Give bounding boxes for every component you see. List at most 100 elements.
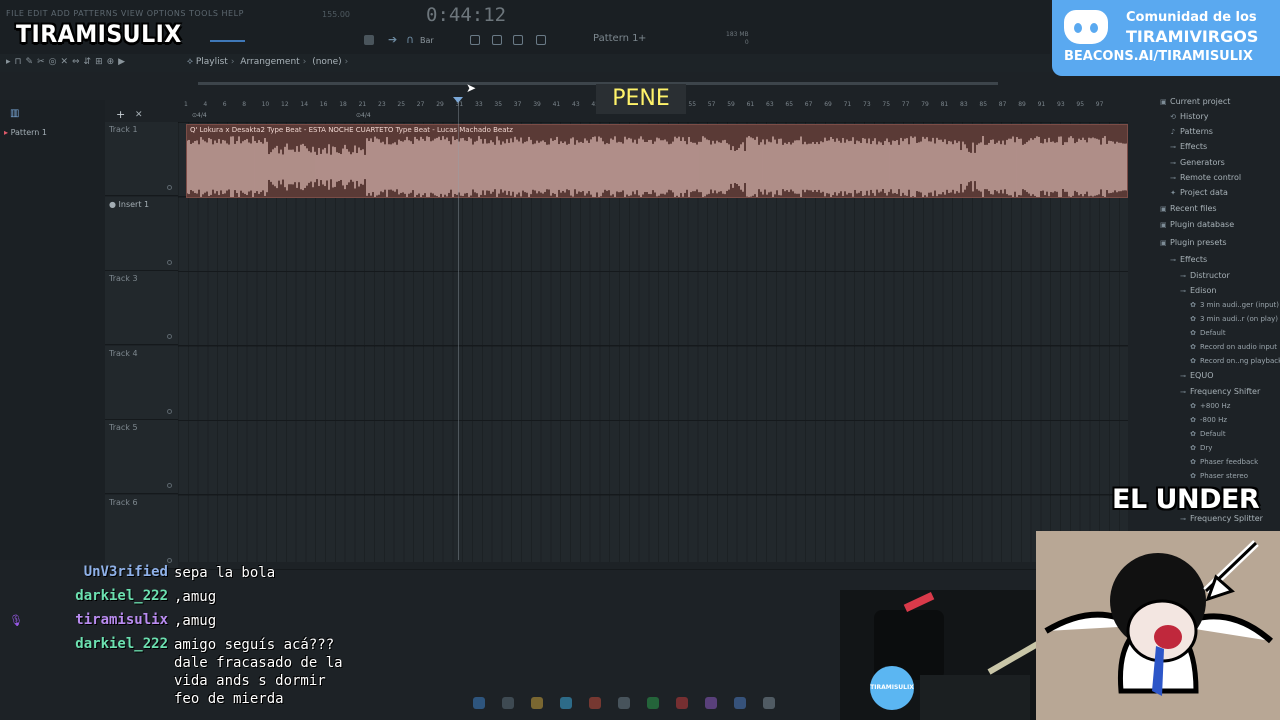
track-header[interactable]: Track 6 xyxy=(105,494,178,569)
ruler-tick-label: 85 xyxy=(979,101,988,108)
browser-item[interactable]: ⊸ Generators xyxy=(1170,158,1225,167)
browser-item[interactable]: ⊸ Distructor xyxy=(1180,271,1230,280)
audio-clip[interactable]: Q' Lokura x Desakta2 Type Beat - ESTA NO… xyxy=(186,124,1128,198)
browser-item-label: 3 min audi..ger (input) xyxy=(1200,301,1279,309)
lane-separator xyxy=(178,494,1128,495)
browser-item[interactable]: ✿ Phaser stereo xyxy=(1190,472,1248,480)
browser-item[interactable]: ⊸ Frequency Splitter xyxy=(1180,514,1263,523)
browser-item[interactable]: ⊸ Remote control xyxy=(1170,173,1241,182)
track-mute-dot[interactable] xyxy=(167,334,172,339)
browser-item[interactable]: ⊸ EQUO xyxy=(1180,371,1213,380)
picker-icon[interactable]: ▥ xyxy=(10,108,19,119)
ruler-tick-label: 16 xyxy=(319,101,328,108)
add-pattern-button[interactable]: + xyxy=(638,33,646,44)
taskbar-app-icon[interactable] xyxy=(502,697,514,709)
browser-item[interactable]: ✿ Record on audio input xyxy=(1190,343,1277,351)
piano-roll-icon[interactable] xyxy=(513,35,523,45)
chat-text: amigo seguís acá??? dale fracasado de la… xyxy=(174,637,343,707)
browser-item[interactable]: ✿ Record on..ng playback xyxy=(1190,357,1280,365)
chat-message: UnV3rified sepa la bola xyxy=(0,564,275,582)
close-icon[interactable]: ✕ xyxy=(135,110,143,120)
track-header[interactable]: Track 4 xyxy=(105,345,178,420)
browser-item[interactable]: ▣ Recent files xyxy=(1160,204,1217,213)
browser-item[interactable]: ⊸ Edison xyxy=(1180,286,1216,295)
browser-item-label: Remote control xyxy=(1180,173,1242,182)
taskbar-app-icon[interactable] xyxy=(705,697,717,709)
breadcrumb-playlist[interactable]: Playlist xyxy=(196,57,228,67)
song-time-display[interactable]: 0:44:12 xyxy=(426,4,506,26)
discord-line-1: Comunidad de los xyxy=(1126,10,1257,25)
chat-text: ,amug xyxy=(174,589,217,605)
breadcrumb-arrangement[interactable]: Arrangement xyxy=(240,57,299,67)
browser-item[interactable]: ✿ Dry xyxy=(1190,444,1212,452)
browser-item[interactable]: ✿ Default xyxy=(1190,430,1226,438)
browser-item[interactable]: ✿ 3 min audi..ger (input) xyxy=(1190,301,1279,309)
taskbar-app-icon[interactable] xyxy=(473,697,485,709)
browser-item-label: Plugin database xyxy=(1170,220,1235,229)
snap-selector[interactable]: Bar xyxy=(420,36,434,45)
track-mute-dot[interactable] xyxy=(167,185,172,190)
taskbar-app-icon[interactable] xyxy=(618,697,630,709)
browser-item[interactable]: ✿ Default xyxy=(1190,329,1226,337)
ruler-tick-label: 10 xyxy=(261,101,270,108)
add-track-button[interactable]: + xyxy=(116,108,125,121)
chat-message: darkiel_222 ,amug xyxy=(0,588,216,606)
browser-item[interactable]: ✿ 3 min audi..r (on play) xyxy=(1190,315,1278,323)
ruler-tick-label: 57 xyxy=(707,101,716,108)
taskbar xyxy=(440,690,840,720)
playhead-line xyxy=(458,100,459,560)
arrow-right-icon[interactable]: ➔ xyxy=(388,33,397,46)
track-header[interactable]: Track 3 xyxy=(105,271,178,345)
track-header[interactable]: ● Insert 1 xyxy=(105,196,178,271)
track-header[interactable]: Track 5 xyxy=(105,420,178,494)
taskbar-app-icon[interactable] xyxy=(763,697,775,709)
browser-item[interactable]: ✿ +800 Hz xyxy=(1190,402,1230,410)
browser-item[interactable]: ⟲ History xyxy=(1170,112,1208,121)
memory-value: 183 MB xyxy=(726,31,749,38)
ruler-tick-label: 18 xyxy=(339,101,347,108)
track-mute-dot[interactable] xyxy=(167,483,172,488)
browser-item[interactable]: ✿ Phaser feedback xyxy=(1190,458,1258,466)
mixer-icon[interactable] xyxy=(536,35,546,45)
browser-item[interactable]: ♪ Patterns xyxy=(1170,127,1213,136)
browser-item[interactable]: ✦ Project data xyxy=(1170,188,1228,197)
browser-item[interactable]: ✿ -800 Hz xyxy=(1190,416,1227,424)
browser-item-label: Plugin presets xyxy=(1170,238,1227,247)
channel-rack-icon[interactable] xyxy=(492,35,502,45)
overlay-text-box: PENE xyxy=(596,84,686,114)
volume-slider[interactable] xyxy=(210,40,245,42)
taskbar-app-icon[interactable] xyxy=(676,697,688,709)
track-mute-dot[interactable] xyxy=(167,408,172,414)
ruler-tick-label: 89 xyxy=(1018,101,1026,108)
plug-icon: ⊸ xyxy=(1180,272,1186,280)
taskbar-app-icon[interactable] xyxy=(734,697,746,709)
audio-clip-title: Q' Lokura x Desakta2 Type Beat - ESTA NO… xyxy=(190,126,513,134)
taskbar-app-icon[interactable] xyxy=(589,697,601,709)
browser-item[interactable]: ▣ Plugin presets xyxy=(1160,238,1227,247)
gear-icon: ✿ xyxy=(1190,402,1196,410)
pattern-selector[interactable]: Pattern 1 xyxy=(593,33,639,44)
browser-item[interactable]: ⊸ Effects xyxy=(1170,142,1207,151)
menu-bar[interactable]: FILE EDIT ADD PATTERNS VIEW OPTIONS TOOL… xyxy=(6,9,244,18)
pattern-list-item[interactable]: ▸ Pattern 1 xyxy=(4,128,47,137)
browser-item[interactable]: ▣ Plugin database xyxy=(1160,220,1234,229)
breadcrumb[interactable]: ⟡ Playlist › Arrangement › (none) › xyxy=(187,57,351,67)
taskbar-app-icon[interactable] xyxy=(560,697,572,709)
taskbar-app-icon[interactable] xyxy=(647,697,659,709)
data-icon: ✦ xyxy=(1170,189,1176,197)
track-mute-dot[interactable] xyxy=(167,557,172,563)
playlist-tools[interactable]: ▸⊓✎✂◎✕⇔⇵⊞⊕▶ xyxy=(6,57,129,67)
breadcrumb-pattern[interactable]: (none) xyxy=(312,57,341,67)
browser-item[interactable]: ⊸ Frequency Shifter xyxy=(1180,387,1260,396)
track-mute-dot[interactable] xyxy=(167,259,172,265)
tempo-display[interactable]: 155.00 xyxy=(322,10,350,19)
playlist-icon[interactable] xyxy=(470,35,480,45)
track-header[interactable]: Track 1 xyxy=(105,122,178,196)
gear-icon: ✿ xyxy=(1190,472,1196,480)
browser-item[interactable]: ▣ Current project xyxy=(1160,97,1230,106)
record-icon[interactable] xyxy=(364,35,374,45)
browser-item[interactable]: ⊸ Effects xyxy=(1170,255,1207,264)
taskbar-app-icon[interactable] xyxy=(531,697,543,709)
magnet-icon[interactable]: ∩ xyxy=(406,33,414,46)
folder-icon: ▣ xyxy=(1160,205,1167,213)
